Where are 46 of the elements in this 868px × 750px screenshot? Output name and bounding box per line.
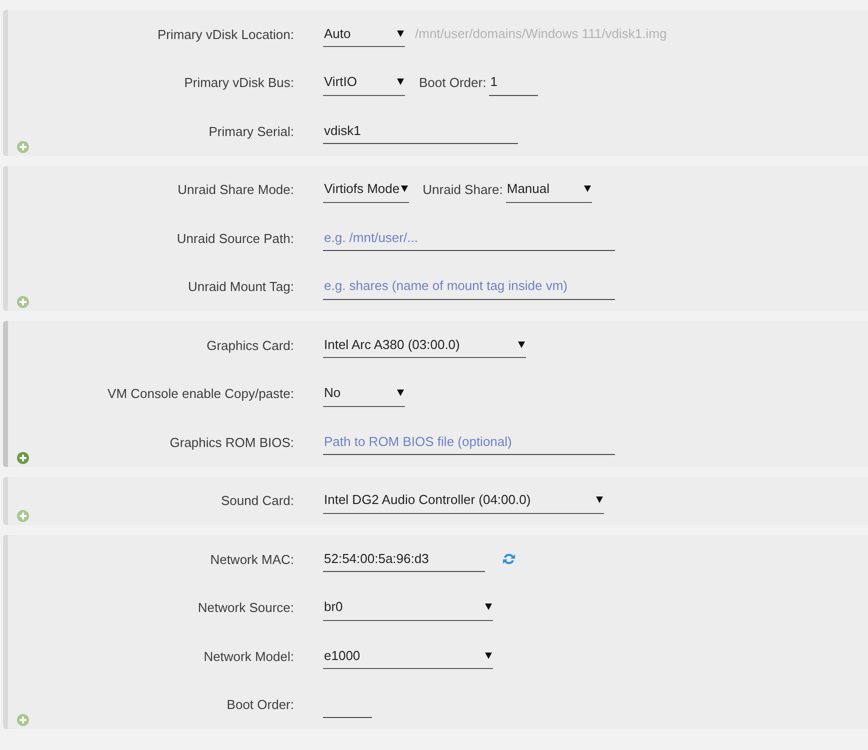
- add-icon[interactable]: [17, 296, 29, 308]
- field-label: Primary Serial:: [208, 124, 294, 139]
- add-icon[interactable]: [17, 140, 29, 152]
- text-field[interactable]: Path to ROM BIOS file (optional): [323, 429, 615, 456]
- caret-icon: [400, 185, 408, 192]
- field-label: Unraid Share Mode:: [176, 182, 294, 198]
- dropdown[interactable]: VirtIO: [323, 70, 405, 96]
- text-field[interactable]: 1: [489, 70, 538, 96]
- field-label: Boot Order:: [226, 697, 294, 712]
- field-label: Network Source:: [196, 600, 294, 616]
- field-label: VM Console enable Copy/paste:: [106, 386, 294, 402]
- field-label: Unraid Share:: [422, 182, 503, 198]
- add-icon[interactable]: [17, 510, 29, 522]
- caret-icon: [596, 496, 603, 504]
- caret-icon: [518, 340, 525, 348]
- field-label: Unraid Source Path:: [176, 230, 294, 246]
- field-label: Graphics ROM BIOS:: [168, 434, 294, 450]
- dropdown[interactable]: No: [323, 380, 405, 407]
- text-field[interactable]: e.g. /mnt/user/...: [323, 225, 615, 252]
- caret-icon: [584, 185, 591, 192]
- add-icon[interactable]: [17, 452, 29, 464]
- field-label: Primary vDisk Location:: [156, 26, 294, 42]
- field-label: Network MAC:: [209, 552, 294, 567]
- text-field[interactable]: e.g. shares (name of mount tag inside vm): [323, 274, 615, 300]
- dropdown[interactable]: br0: [323, 594, 493, 621]
- refresh-icon[interactable]: [503, 553, 515, 566]
- add-icon[interactable]: [17, 714, 29, 726]
- text-field[interactable]: vdisk1: [323, 118, 518, 144]
- dropdown[interactable]: e1000: [323, 643, 493, 670]
- dropdown[interactable]: Intel Arc A380 (03:00.0): [323, 332, 526, 358]
- caret-icon: [397, 389, 404, 396]
- dropdown[interactable]: Intel DG2 Audio Controller (04:00.0): [323, 488, 604, 514]
- field-label: Boot Order:: [419, 75, 486, 90]
- dropdown[interactable]: Auto: [323, 21, 405, 48]
- caret-icon: [397, 78, 404, 86]
- field-label: Sound Card:: [220, 493, 294, 508]
- text-field[interactable]: 52:54:00:5a:96:d3: [323, 546, 485, 572]
- dropdown[interactable]: Manual: [506, 176, 592, 203]
- field-label: Unraid Mount Tag:: [187, 279, 294, 294]
- caret-icon: [485, 652, 492, 659]
- field-label: Network Model:: [202, 648, 294, 664]
- caret-icon: [485, 603, 492, 610]
- field-label: Primary vDisk Bus:: [183, 75, 294, 90]
- dropdown[interactable]: Virtiofs Mode: [323, 176, 409, 203]
- caret-icon: [397, 30, 404, 37]
- field-label: Graphics Card:: [206, 338, 294, 353]
